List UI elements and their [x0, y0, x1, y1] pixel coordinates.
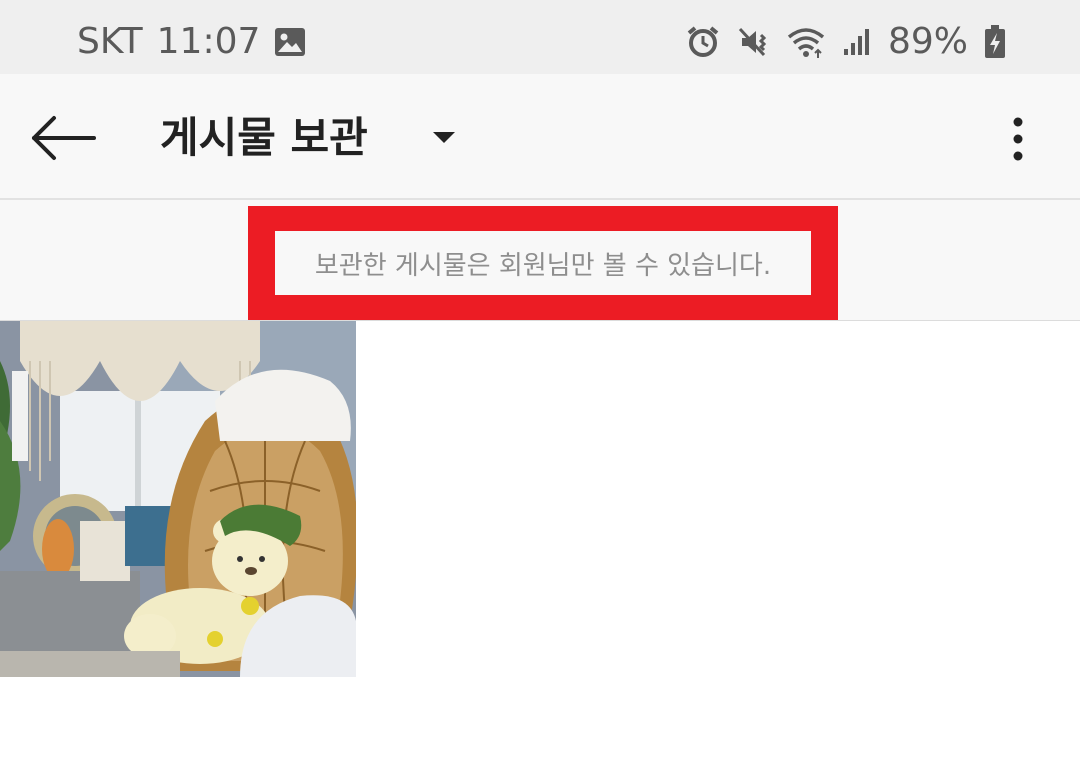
signal-icon	[842, 27, 872, 57]
clock: 11:07	[156, 21, 261, 62]
post-thumbnail[interactable]	[0, 321, 356, 677]
app-bar: 게시물 보관	[0, 74, 1080, 200]
wifi-icon	[786, 25, 826, 59]
page-title[interactable]: 게시물 보관	[160, 110, 368, 166]
gallery-icon	[274, 27, 306, 57]
carrier-label: SKT	[77, 21, 143, 62]
mute-icon	[736, 25, 770, 59]
status-left: SKT 11:07	[77, 22, 306, 62]
status-bar: SKT 11:07 89%	[0, 0, 1080, 74]
post-photo-image	[0, 321, 356, 677]
dropdown-caret-icon	[433, 132, 455, 143]
notice-box: 보관한 게시물은 회원님만 볼 수 있습니다.	[275, 231, 811, 295]
archived-post-grid	[0, 321, 1080, 677]
more-options-button[interactable]	[998, 114, 1038, 164]
back-button[interactable]	[28, 114, 98, 162]
notice-text: 보관한 게시물은 회원님만 볼 수 있습니다.	[314, 250, 772, 281]
title-dropdown-button[interactable]	[430, 128, 458, 146]
back-arrow-icon	[32, 116, 96, 160]
more-vert-icon	[1013, 117, 1023, 161]
alarm-icon	[686, 25, 720, 59]
battery-charging-icon	[984, 25, 1006, 59]
battery-percent: 89%	[887, 21, 968, 62]
status-right: 89%	[686, 22, 1006, 62]
notice-highlight-box: 보관한 게시물은 회원님만 볼 수 있습니다.	[248, 206, 838, 320]
notice-strip: 보관한 게시물은 회원님만 볼 수 있습니다.	[0, 200, 1080, 321]
